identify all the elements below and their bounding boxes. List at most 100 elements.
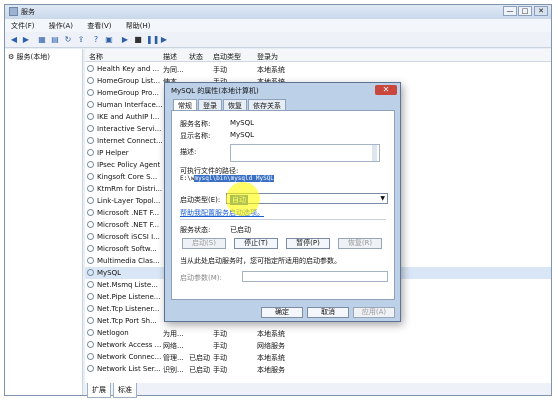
general-tab-pane: 服务名称: MySQL 显示名称: MySQL 描述: 可执行文件的路径: E:… <box>171 110 395 300</box>
list-view-icon[interactable]: ▤ <box>50 35 60 45</box>
mysql-properties-dialog: MySQL 的属性(本地计算机) ✕ 常规 登录 恢复 依存关系 服务名称: MySQ… <box>164 82 401 322</box>
export-icon[interactable]: ⇪ <box>76 35 86 45</box>
menu-bar: 文件(F) 操作(A) 查看(V) 帮助(H) <box>5 19 551 32</box>
apply-button[interactable]: 应用(A) <box>353 307 395 318</box>
service-gear-icon <box>87 173 94 180</box>
service-gear-icon <box>87 341 94 348</box>
start-params-label: 启动参数(M): <box>180 274 222 282</box>
title-bar: 服务 — □ ✕ <box>5 5 551 19</box>
cancel-button[interactable]: 取消 <box>307 307 349 318</box>
cell-startup: 手动 <box>213 366 227 374</box>
tab-standard[interactable]: 标准 <box>113 383 137 398</box>
maximize-button[interactable]: □ <box>518 6 532 16</box>
service-gear-icon <box>87 161 94 168</box>
minimize-button[interactable]: — <box>503 6 517 16</box>
cell-status: 已启动 <box>189 354 210 362</box>
menu-help[interactable]: 帮助(H) <box>120 19 157 33</box>
cell-description: 为用... <box>163 330 184 338</box>
close-button[interactable]: ✕ <box>534 6 548 16</box>
service-gear-icon <box>87 353 94 360</box>
service-gear-icon <box>87 257 94 264</box>
stop-service-icon[interactable]: ■ <box>133 35 143 45</box>
cell-name: Network List Ser... <box>97 365 161 373</box>
cell-logon: 本地服务 <box>257 366 285 374</box>
cell-name: Microsoft .NET F... <box>97 209 160 217</box>
service-status-value: 已启动 <box>230 226 251 234</box>
cell-name: HomeGroup Pro... <box>97 89 159 97</box>
service-gear-icon <box>87 209 94 216</box>
service-gear-icon <box>87 125 94 132</box>
back-arrow-icon[interactable]: ◀ <box>9 35 19 45</box>
service-gear-icon <box>87 293 94 300</box>
start-button[interactable]: 启动(S) <box>182 238 226 249</box>
cell-name: IPsec Policy Agent <box>97 161 161 169</box>
description-scrollbar[interactable] <box>372 145 377 161</box>
cell-name: Network Connec... <box>97 353 162 361</box>
service-gear-icon <box>87 329 94 336</box>
cell-startup: 手动 <box>213 354 227 362</box>
resume-button[interactable]: 恢复(R) <box>338 238 382 249</box>
description-box <box>230 144 380 162</box>
stop-button[interactable]: 停止(T) <box>234 238 278 249</box>
console-tree: ⚙ 服务(本地) <box>5 49 83 395</box>
cell-startup: 手动 <box>213 342 227 350</box>
tab-extended[interactable]: 扩展 <box>87 383 111 398</box>
service-gear-icon <box>87 233 94 240</box>
table-row[interactable]: Netlogon 为用... 手动 本地系统 <box>85 327 551 339</box>
cell-logon: 本地系统 <box>257 66 285 74</box>
tree-node-services-local[interactable]: ⚙ 服务(本地) <box>8 52 50 62</box>
cell-logon: 网络服务 <box>257 342 285 350</box>
start-service-icon[interactable]: ▶ <box>120 35 130 45</box>
table-row[interactable]: Network Access ... 网络... 手动 网络服务 <box>85 339 551 351</box>
table-row[interactable]: Network Connec... 管理... 已启动 手动 本地系统 <box>85 351 551 363</box>
col-name[interactable]: 名称 <box>89 52 103 62</box>
cell-logon: 本地系统 <box>257 330 285 338</box>
cell-status: 已启动 <box>189 366 210 374</box>
table-row[interactable]: Network List Ser... 识别... 已启动 手动 本地服务 <box>85 363 551 375</box>
help-icon[interactable]: ? <box>91 35 101 45</box>
service-gear-icon <box>87 113 94 120</box>
cell-name: Multimedia Clas... <box>97 257 160 265</box>
cell-name: Net.Tcp Port Sh... <box>97 317 157 325</box>
restart-service-icon[interactable]: ▶ <box>159 35 169 45</box>
forward-arrow-icon[interactable]: ▶ <box>21 35 31 45</box>
cell-name: Microsoft .NET F... <box>97 221 160 229</box>
cursor-highlight <box>226 182 260 216</box>
service-gear-icon <box>87 365 94 372</box>
service-gear-icon <box>87 305 94 312</box>
cell-name: Microsoft iSCSI I... <box>97 233 160 241</box>
services-app-icon <box>9 7 18 16</box>
properties-icon[interactable]: ▣ <box>104 35 114 45</box>
dialog-title: MySQL 的属性(本地计算机) <box>171 87 259 95</box>
cell-name: Interactive Servi... <box>97 125 162 133</box>
service-name-value: MySQL <box>230 119 255 127</box>
cell-name: Net.Tcp Listener... <box>97 305 160 313</box>
toolbar: ◀ ▶ ▦ ▤ ↻ ⇪ ? ▣ ▶ ■ ❚❚ ▶ <box>5 32 551 48</box>
col-startup-type[interactable]: 启动类型 <box>213 52 241 62</box>
dialog-close-button[interactable]: ✕ <box>375 85 397 95</box>
ok-button[interactable]: 确定 <box>261 307 303 318</box>
start-params-input[interactable] <box>242 271 388 282</box>
description-label: 描述: <box>180 148 197 156</box>
menu-view[interactable]: 查看(V) <box>81 19 117 33</box>
refresh-icon[interactable]: ↻ <box>63 35 73 45</box>
cell-name: Network Access ... <box>97 341 162 349</box>
menu-file[interactable]: 文件(F) <box>5 19 41 33</box>
cell-name: Kingsoft Core S... <box>97 173 158 181</box>
table-row[interactable]: Health Key and ... 为同... 手动 本地系统 <box>85 63 551 75</box>
cell-name: Human Interface... <box>97 101 163 109</box>
col-description[interactable]: 描述 <box>163 52 177 62</box>
pause-service-icon[interactable]: ❚❚ <box>146 35 159 45</box>
col-status[interactable]: 状态 <box>189 52 203 62</box>
cell-description: 为同... <box>163 66 184 74</box>
cell-name: HomeGroup List... <box>97 77 161 85</box>
menu-action[interactable]: 操作(A) <box>43 19 79 33</box>
pause-button[interactable]: 暂停(P) <box>286 238 330 249</box>
cell-startup: 手动 <box>213 330 227 338</box>
display-name-value: MySQL <box>230 131 255 139</box>
col-logon-as[interactable]: 登录为 <box>257 52 278 62</box>
console-tree-icon[interactable]: ▦ <box>37 35 47 45</box>
cell-description: 识别... <box>163 366 184 374</box>
service-gear-icon <box>87 137 94 144</box>
divider <box>180 219 386 220</box>
